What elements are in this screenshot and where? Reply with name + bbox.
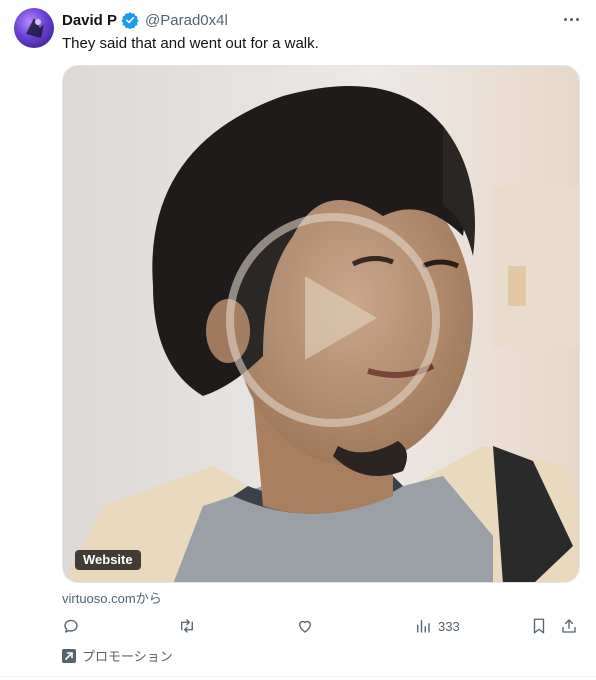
views-count: 333 (438, 618, 460, 634)
views-button[interactable]: 333 (414, 615, 460, 637)
author-handle[interactable]: @Parad0x4l (145, 12, 228, 29)
reply-icon (64, 619, 78, 633)
author-name[interactable]: David P (62, 12, 117, 29)
bookmark-button[interactable] (530, 615, 548, 637)
more-horizontal-icon[interactable] (560, 10, 582, 28)
heart-icon (299, 620, 311, 633)
promoted-text: プロモーション (82, 649, 173, 664)
tweet-divider (0, 676, 596, 677)
promoted-arrow-icon (62, 648, 76, 663)
card-source-link[interactable]: virtuoso.comから (62, 588, 162, 607)
promoted-label: プロモーション (62, 646, 173, 665)
bookmark-icon (533, 618, 545, 634)
play-icon[interactable] (305, 276, 377, 360)
retweet-icon (181, 619, 193, 633)
views-bar-chart-icon (417, 620, 430, 633)
like-button[interactable] (296, 615, 314, 637)
tweet-text: They said that and went out for a walk. (62, 35, 319, 52)
tweet-actions: 333 (62, 615, 584, 637)
share-button[interactable] (560, 615, 578, 637)
verified-badge-icon (121, 11, 139, 30)
retweet-button[interactable] (178, 615, 196, 637)
avatar[interactable] (14, 8, 54, 48)
tweet-header: David P @Parad0x4l (62, 10, 228, 30)
website-badge[interactable]: Website (75, 550, 141, 570)
reply-button[interactable] (62, 615, 80, 637)
tweet-media-video[interactable]: Website (62, 65, 580, 583)
share-icon (562, 619, 576, 633)
